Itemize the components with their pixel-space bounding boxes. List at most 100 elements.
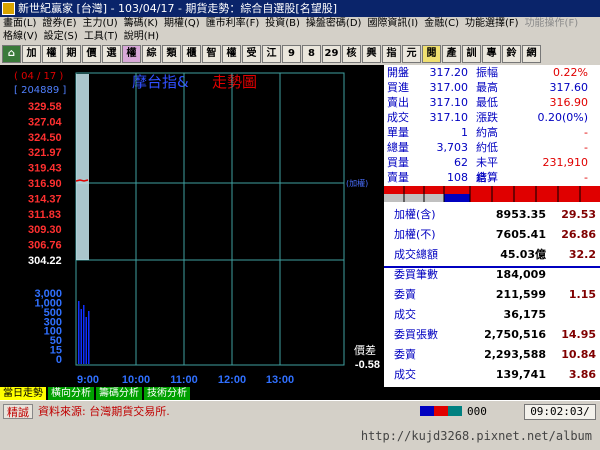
toolbar-button[interactable]: 受 bbox=[242, 45, 261, 63]
intraday-chart[interactable]: 329.58 327.04 324.50 321.97 319.43 316.90 314.… bbox=[0, 65, 384, 387]
quote-row: 總量 3,703 約低 - bbox=[384, 140, 600, 155]
broker-label[interactable]: 精誠 bbox=[3, 404, 33, 419]
tab-3[interactable]: 技術分析 bbox=[144, 387, 190, 400]
home-button[interactable]: ⌂ bbox=[2, 45, 21, 63]
view-tabs: 當日走勢 橫向分析 籌碼分析 技術分析 bbox=[0, 387, 192, 400]
window-title: 新世紀贏家 [台灣] - 103/04/17 - 期貨走勢：綜合自選股[名望股] bbox=[18, 2, 337, 15]
toolbar-button[interactable]: 權 bbox=[42, 45, 61, 63]
menu-item[interactable]: 功能操作(F) bbox=[522, 17, 582, 30]
stat-label: 加權(含) bbox=[394, 208, 436, 221]
menu-item[interactable]: 主力(U) bbox=[80, 17, 121, 30]
toolbar-button[interactable]: 網 bbox=[522, 45, 541, 63]
price-tick-label: 329.58 bbox=[28, 101, 62, 113]
quote-row: 單量 1 約高 - bbox=[384, 125, 600, 140]
quote-label: 開盤 bbox=[387, 66, 409, 79]
chart-canvas: 329.58 327.04 324.50 321.97 319.43 316.90 314.… bbox=[14, 71, 380, 386]
stat-row: 委買張數 2,750,516 14.95 bbox=[384, 325, 600, 345]
toolbar-button[interactable]: 核 bbox=[342, 45, 361, 63]
toolbar-button[interactable]: 閱 bbox=[422, 45, 441, 63]
stat-extra: 1.15 bbox=[568, 288, 596, 301]
stat-value: 2,293,588 bbox=[484, 348, 546, 361]
chart-title-kind: 走勢圖 bbox=[212, 73, 257, 91]
quote-value: 1 bbox=[461, 126, 468, 139]
menu-item[interactable]: 說明(H) bbox=[121, 30, 162, 43]
toolbar-button[interactable]: 興 bbox=[362, 45, 381, 63]
stat-extra: 3.86 bbox=[568, 368, 596, 381]
toolbar-button[interactable]: 29 bbox=[322, 45, 341, 63]
menu-item[interactable]: 匯市利率(F) bbox=[203, 17, 263, 30]
toolbar-button[interactable]: 類 bbox=[162, 45, 181, 63]
toolbar-button[interactable]: 智 bbox=[202, 45, 221, 63]
stat-label: 成交總額 bbox=[394, 248, 438, 261]
menu-item[interactable]: 功能選擇(F) bbox=[462, 17, 522, 30]
price-tick-label: 324.50 bbox=[28, 132, 62, 144]
stat-label: 委買張數 bbox=[394, 328, 438, 341]
toolbar-button[interactable]: 櫃 bbox=[182, 45, 201, 63]
toolbar-button[interactable]: 專 bbox=[482, 45, 501, 63]
quote-value: 317.60 bbox=[549, 81, 589, 94]
tab-1[interactable]: 橫向分析 bbox=[48, 387, 94, 400]
menu-item[interactable]: 投資(B) bbox=[262, 17, 303, 30]
menu-item[interactable]: 期權(Q) bbox=[161, 17, 203, 30]
quote-panel: 開盤 317.20 振幅 0.22% 買進 317.00 最高 317.60 賣出 317.10 最… bbox=[384, 65, 600, 387]
quote-value: 62 bbox=[454, 156, 468, 169]
stat-value: 45.03億 bbox=[500, 248, 546, 261]
quote-value: 231,910 bbox=[542, 156, 589, 169]
menu-item[interactable]: 工具(T) bbox=[81, 30, 121, 43]
app-icon bbox=[2, 2, 15, 15]
menu-item[interactable]: 格線(V) bbox=[0, 30, 41, 43]
time-tick-label: 10:00 bbox=[122, 374, 150, 386]
watermark-text: http://kujd3268.pixnet.net/album bbox=[360, 429, 592, 443]
menu-item[interactable]: 設定(S) bbox=[41, 30, 81, 43]
toolbar-button[interactable]: 鈴 bbox=[502, 45, 521, 63]
stat-row: 加權(不) 7605.41 26.86 bbox=[384, 225, 600, 245]
toolbar-button[interactable]: 加 bbox=[22, 45, 41, 63]
toolbar-button[interactable]: 江 bbox=[262, 45, 281, 63]
menu-item[interactable]: 金融(C) bbox=[421, 17, 462, 30]
stat-value: 139,741 bbox=[495, 368, 546, 381]
price-tick-label: 319.43 bbox=[28, 163, 62, 175]
toolbar-button[interactable]: 產 bbox=[442, 45, 461, 63]
quote-value: - bbox=[584, 126, 588, 139]
volume-bar bbox=[80, 309, 82, 364]
quote-value: 108 bbox=[447, 171, 468, 184]
toolbar-button[interactable]: 元 bbox=[402, 45, 421, 63]
menu-item[interactable]: 畫面(L) bbox=[0, 17, 39, 30]
price-diff-label: 價差 bbox=[354, 343, 376, 357]
volume-bar bbox=[88, 311, 90, 364]
quote-value: 3,703 bbox=[436, 141, 469, 154]
tab-2[interactable]: 籌碼分析 bbox=[96, 387, 142, 400]
quote-grid: 開盤 317.20 振幅 0.22% 買進 317.00 最高 317.60 賣出 317.10 最… bbox=[384, 65, 600, 185]
menu-item[interactable]: 證券(E) bbox=[39, 17, 79, 30]
stat-extra: 26.86 bbox=[561, 228, 596, 241]
menu-item[interactable]: 操盤密碼(D) bbox=[303, 17, 365, 30]
toolbar-button[interactable]: 權 bbox=[122, 45, 141, 63]
stat-extra: 14.95 bbox=[561, 328, 596, 341]
quote-row: 賣量 108 結算 - bbox=[384, 170, 600, 185]
toolbar-button[interactable]: 9 bbox=[282, 45, 301, 63]
quote-label: 最低 bbox=[476, 96, 498, 109]
stat-row: 加權(含) 8953.35 29.53 bbox=[384, 205, 600, 225]
order-section: 委買筆數 184,009 委賣 211,599 1.15 成交 36,175 委買張數 2,75… bbox=[384, 265, 600, 385]
price-tick-label: 306.76 bbox=[28, 240, 62, 252]
toolbar-button[interactable]: 綜 bbox=[142, 45, 161, 63]
quote-row: 開盤 317.20 振幅 0.22% bbox=[384, 65, 600, 80]
time-tick-label: 13:00 bbox=[266, 374, 294, 386]
chart-id: [ 204889 ] bbox=[14, 85, 66, 96]
quote-label: 未平倉 bbox=[476, 156, 498, 184]
toolbar-button[interactable]: 價 bbox=[82, 45, 101, 63]
quote-value: 317.00 bbox=[429, 81, 469, 94]
toolbar-button[interactable]: 訓 bbox=[462, 45, 481, 63]
menu-item[interactable]: 籌碼(K) bbox=[121, 17, 161, 30]
clock: 09:02:03/ bbox=[524, 404, 596, 420]
toolbar-button[interactable]: 指 bbox=[382, 45, 401, 63]
price-diff-value: -0.58 bbox=[355, 359, 380, 371]
quote-label: 約高 bbox=[476, 126, 498, 139]
toolbar-button[interactable]: 期 bbox=[62, 45, 81, 63]
toolbar-button[interactable]: 權 bbox=[222, 45, 241, 63]
toolbar-button[interactable]: 選 bbox=[102, 45, 121, 63]
toolbar-button[interactable]: 8 bbox=[302, 45, 321, 63]
menu-item[interactable]: 國際資訊(I) bbox=[364, 17, 421, 30]
tab-0[interactable]: 當日走勢 bbox=[0, 387, 46, 400]
quote-row: 買進 317.00 最高 317.60 bbox=[384, 80, 600, 95]
